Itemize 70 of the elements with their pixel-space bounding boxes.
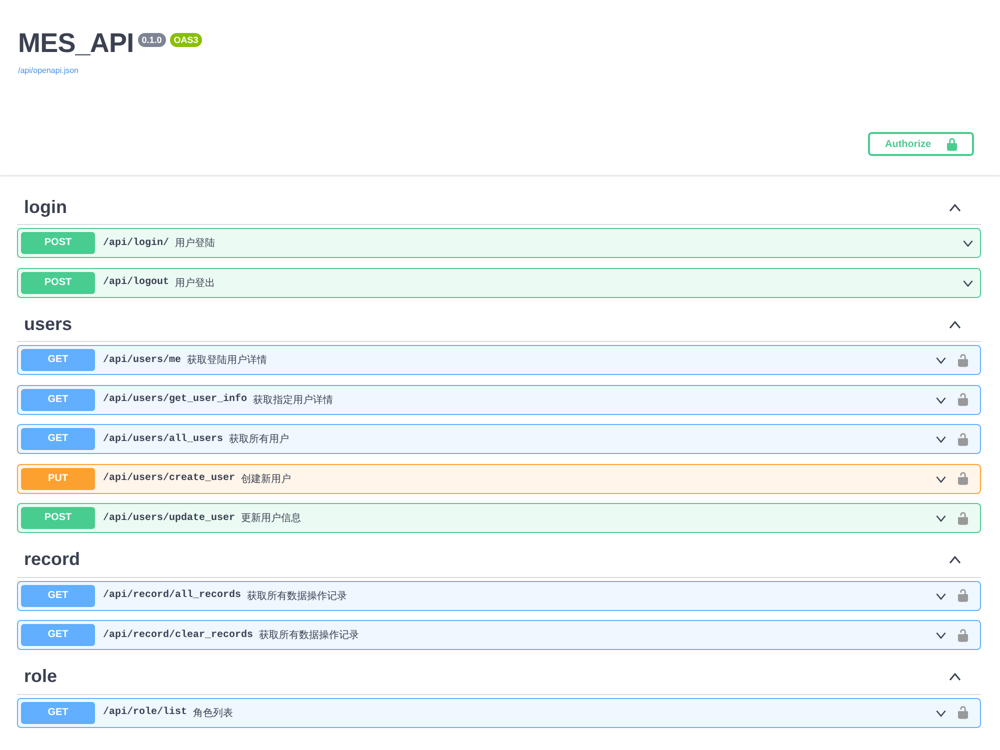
chevron-down-icon[interactable] [935,631,947,639]
method-badge: GET [21,428,95,450]
method-badge: PUT [21,468,95,490]
operation-row[interactable]: GET /api/users/get_user_info 获取指定用户详情 [17,384,981,414]
version-badge: 0.1.0 [138,33,166,47]
section-title[interactable]: login [24,196,67,218]
section-title[interactable]: role [24,666,58,687]
lock-icon[interactable] [958,393,968,406]
section-title[interactable]: users [24,314,72,334]
endpoint-summary: 创建新用户 [241,472,292,486]
endpoint-summary: 用户登出 [175,276,216,290]
chevron-down-icon[interactable] [935,708,947,716]
endpoint-path: /api/users/all_users [103,434,224,444]
endpoint-path: /api/record/clear_records [103,630,254,640]
endpoint-path: /api/users/update_user [103,512,236,524]
spec-version-badge: OAS3 [170,33,202,47]
operation-row[interactable]: GET /api/record/all_records 获取所有数据操作记录 [17,580,981,610]
endpoint-summary: 获取登陆用户详情 [187,354,268,367]
endpoint-path: /api/users/me [103,354,182,366]
api-title: MES_API [18,27,134,59]
chevron-down-icon[interactable] [935,356,947,364]
lock-icon[interactable] [958,706,968,719]
endpoint-path: /api/users/create_user [103,473,236,484]
endpoint-summary: 获取所有数据操作记录 [259,628,360,642]
operation-row[interactable]: GET /api/role/list 角色列表 [17,698,981,728]
method-badge: GET [21,584,95,606]
caret-up-icon[interactable] [948,320,962,328]
operation-row[interactable]: POST /api/users/update_user 更新用户信息 [17,503,981,533]
caret-up-icon[interactable] [948,555,962,564]
method-badge: GET [21,349,95,371]
caret-up-icon[interactable] [948,672,962,681]
endpoint-path: /api/users/get_user_info [103,394,248,405]
method-badge: POST [21,232,95,254]
operation-row[interactable]: GET /api/users/all_users 获取所有用户 [17,424,981,454]
method-badge: POST [21,272,95,294]
endpoint-path: /api/record/all_records [103,590,242,601]
chevron-down-icon[interactable] [935,396,947,404]
operation-row[interactable]: POST /api/logout 用户登出 [17,268,981,298]
method-badge: GET [21,388,95,410]
section-title[interactable]: record [24,549,80,570]
chevron-down-icon[interactable] [935,435,947,443]
endpoint-path: /api/role/list [103,707,188,718]
operation-row[interactable]: GET /api/users/me 获取登陆用户详情 [17,345,981,375]
lock-icon [947,138,957,150]
lock-icon[interactable] [958,589,968,602]
chevron-down-icon[interactable] [935,592,947,600]
operation-row[interactable]: POST /api/login/ 用户登陆 [17,228,981,258]
chevron-down-icon[interactable] [962,278,974,286]
operation-row[interactable]: PUT /api/users/create_user 创建新用户 [17,464,981,494]
operation-row[interactable]: GET /api/record/clear_records 获取所有数据操作记录 [17,620,981,650]
endpoint-summary: 获取所有用户 [229,432,290,446]
method-badge: GET [21,624,95,646]
endpoint-summary: 用户登陆 [175,236,216,250]
method-badge: POST [21,507,95,529]
lock-icon[interactable] [958,472,968,485]
chevron-down-icon[interactable] [962,239,974,247]
method-badge: GET [21,702,95,724]
endpoint-summary: 获取指定用户详情 [253,394,334,406]
endpoint-summary: 获取所有数据操作记录 [247,590,348,602]
lock-icon[interactable] [958,512,968,524]
lock-icon[interactable] [958,354,968,366]
caret-up-icon[interactable] [948,202,962,212]
lock-icon[interactable] [958,432,968,446]
lock-icon[interactable] [958,628,968,642]
endpoint-path: /api/logout [103,277,170,288]
chevron-down-icon[interactable] [935,474,947,482]
chevron-down-icon[interactable] [935,514,947,522]
endpoint-summary: 角色列表 [193,706,234,720]
endpoint-summary: 更新用户信息 [241,512,302,525]
endpoint-path: /api/login/ [103,238,170,248]
